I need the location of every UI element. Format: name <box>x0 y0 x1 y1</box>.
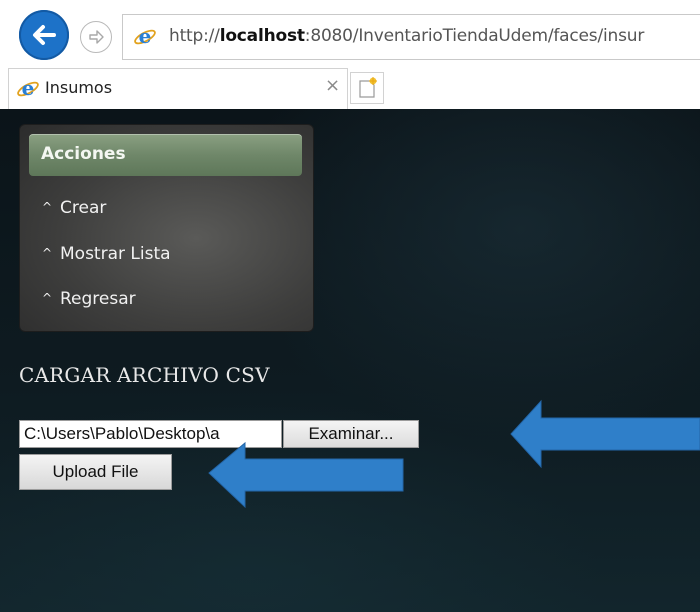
back-button[interactable] <box>19 10 69 60</box>
file-path-input[interactable]: C:\Users\Pablo\Desktop\a <box>19 420 282 448</box>
caret-up-icon: ^ <box>42 246 53 260</box>
back-arrow-icon <box>33 25 56 45</box>
menu-item-label: Regresar <box>60 289 136 309</box>
internet-explorer-icon: e <box>17 77 39 100</box>
menu-item-mostrar-lista[interactable]: ^ Mostrar Lista <box>42 244 171 264</box>
actions-header-label: Acciones <box>41 144 126 164</box>
url-field[interactable]: e http://localhost:8080/InventarioTienda… <box>122 14 700 60</box>
menu-item-regresar[interactable]: ^ Regresar <box>42 289 136 309</box>
internet-explorer-icon: e <box>134 25 156 48</box>
forward-button[interactable] <box>80 21 112 53</box>
menu-item-label: Crear <box>60 198 107 218</box>
tab-insumos[interactable]: e Insumos × <box>8 68 348 109</box>
browser-window: e http://localhost:8080/InventarioTienda… <box>0 0 700 612</box>
actions-panel: Acciones ^ Crear ^ Mostrar Lista ^ Regresar <box>20 125 313 331</box>
svg-text:e: e <box>22 77 35 100</box>
tab-title: Insumos <box>45 78 113 97</box>
actions-header: Acciones <box>29 134 302 176</box>
file-path-value: C:\Users\Pablo\Desktop\a <box>24 424 220 443</box>
address-bar-row: e http://localhost:8080/InventarioTienda… <box>0 0 700 64</box>
tab-strip: e Insumos × <box>0 64 700 109</box>
menu-item-crear[interactable]: ^ Crear <box>42 198 106 218</box>
browse-button[interactable]: Examinar... <box>283 420 419 448</box>
page-heading: CARGAR ARCHIVO CSV <box>19 363 270 387</box>
new-tab-icon <box>359 77 377 98</box>
new-tab-button[interactable] <box>350 72 384 104</box>
svg-text:e: e <box>139 25 152 48</box>
caret-up-icon: ^ <box>42 291 53 305</box>
upload-file-button[interactable]: Upload File <box>19 454 172 490</box>
caret-up-icon: ^ <box>42 200 53 214</box>
menu-item-label: Mostrar Lista <box>60 244 171 264</box>
close-tab-icon[interactable]: × <box>325 75 340 96</box>
forward-arrow-icon <box>89 30 104 44</box>
url-text: http://localhost:8080/InventarioTiendaUd… <box>169 26 645 46</box>
page-content: Acciones ^ Crear ^ Mostrar Lista ^ Regresar… <box>0 109 700 612</box>
